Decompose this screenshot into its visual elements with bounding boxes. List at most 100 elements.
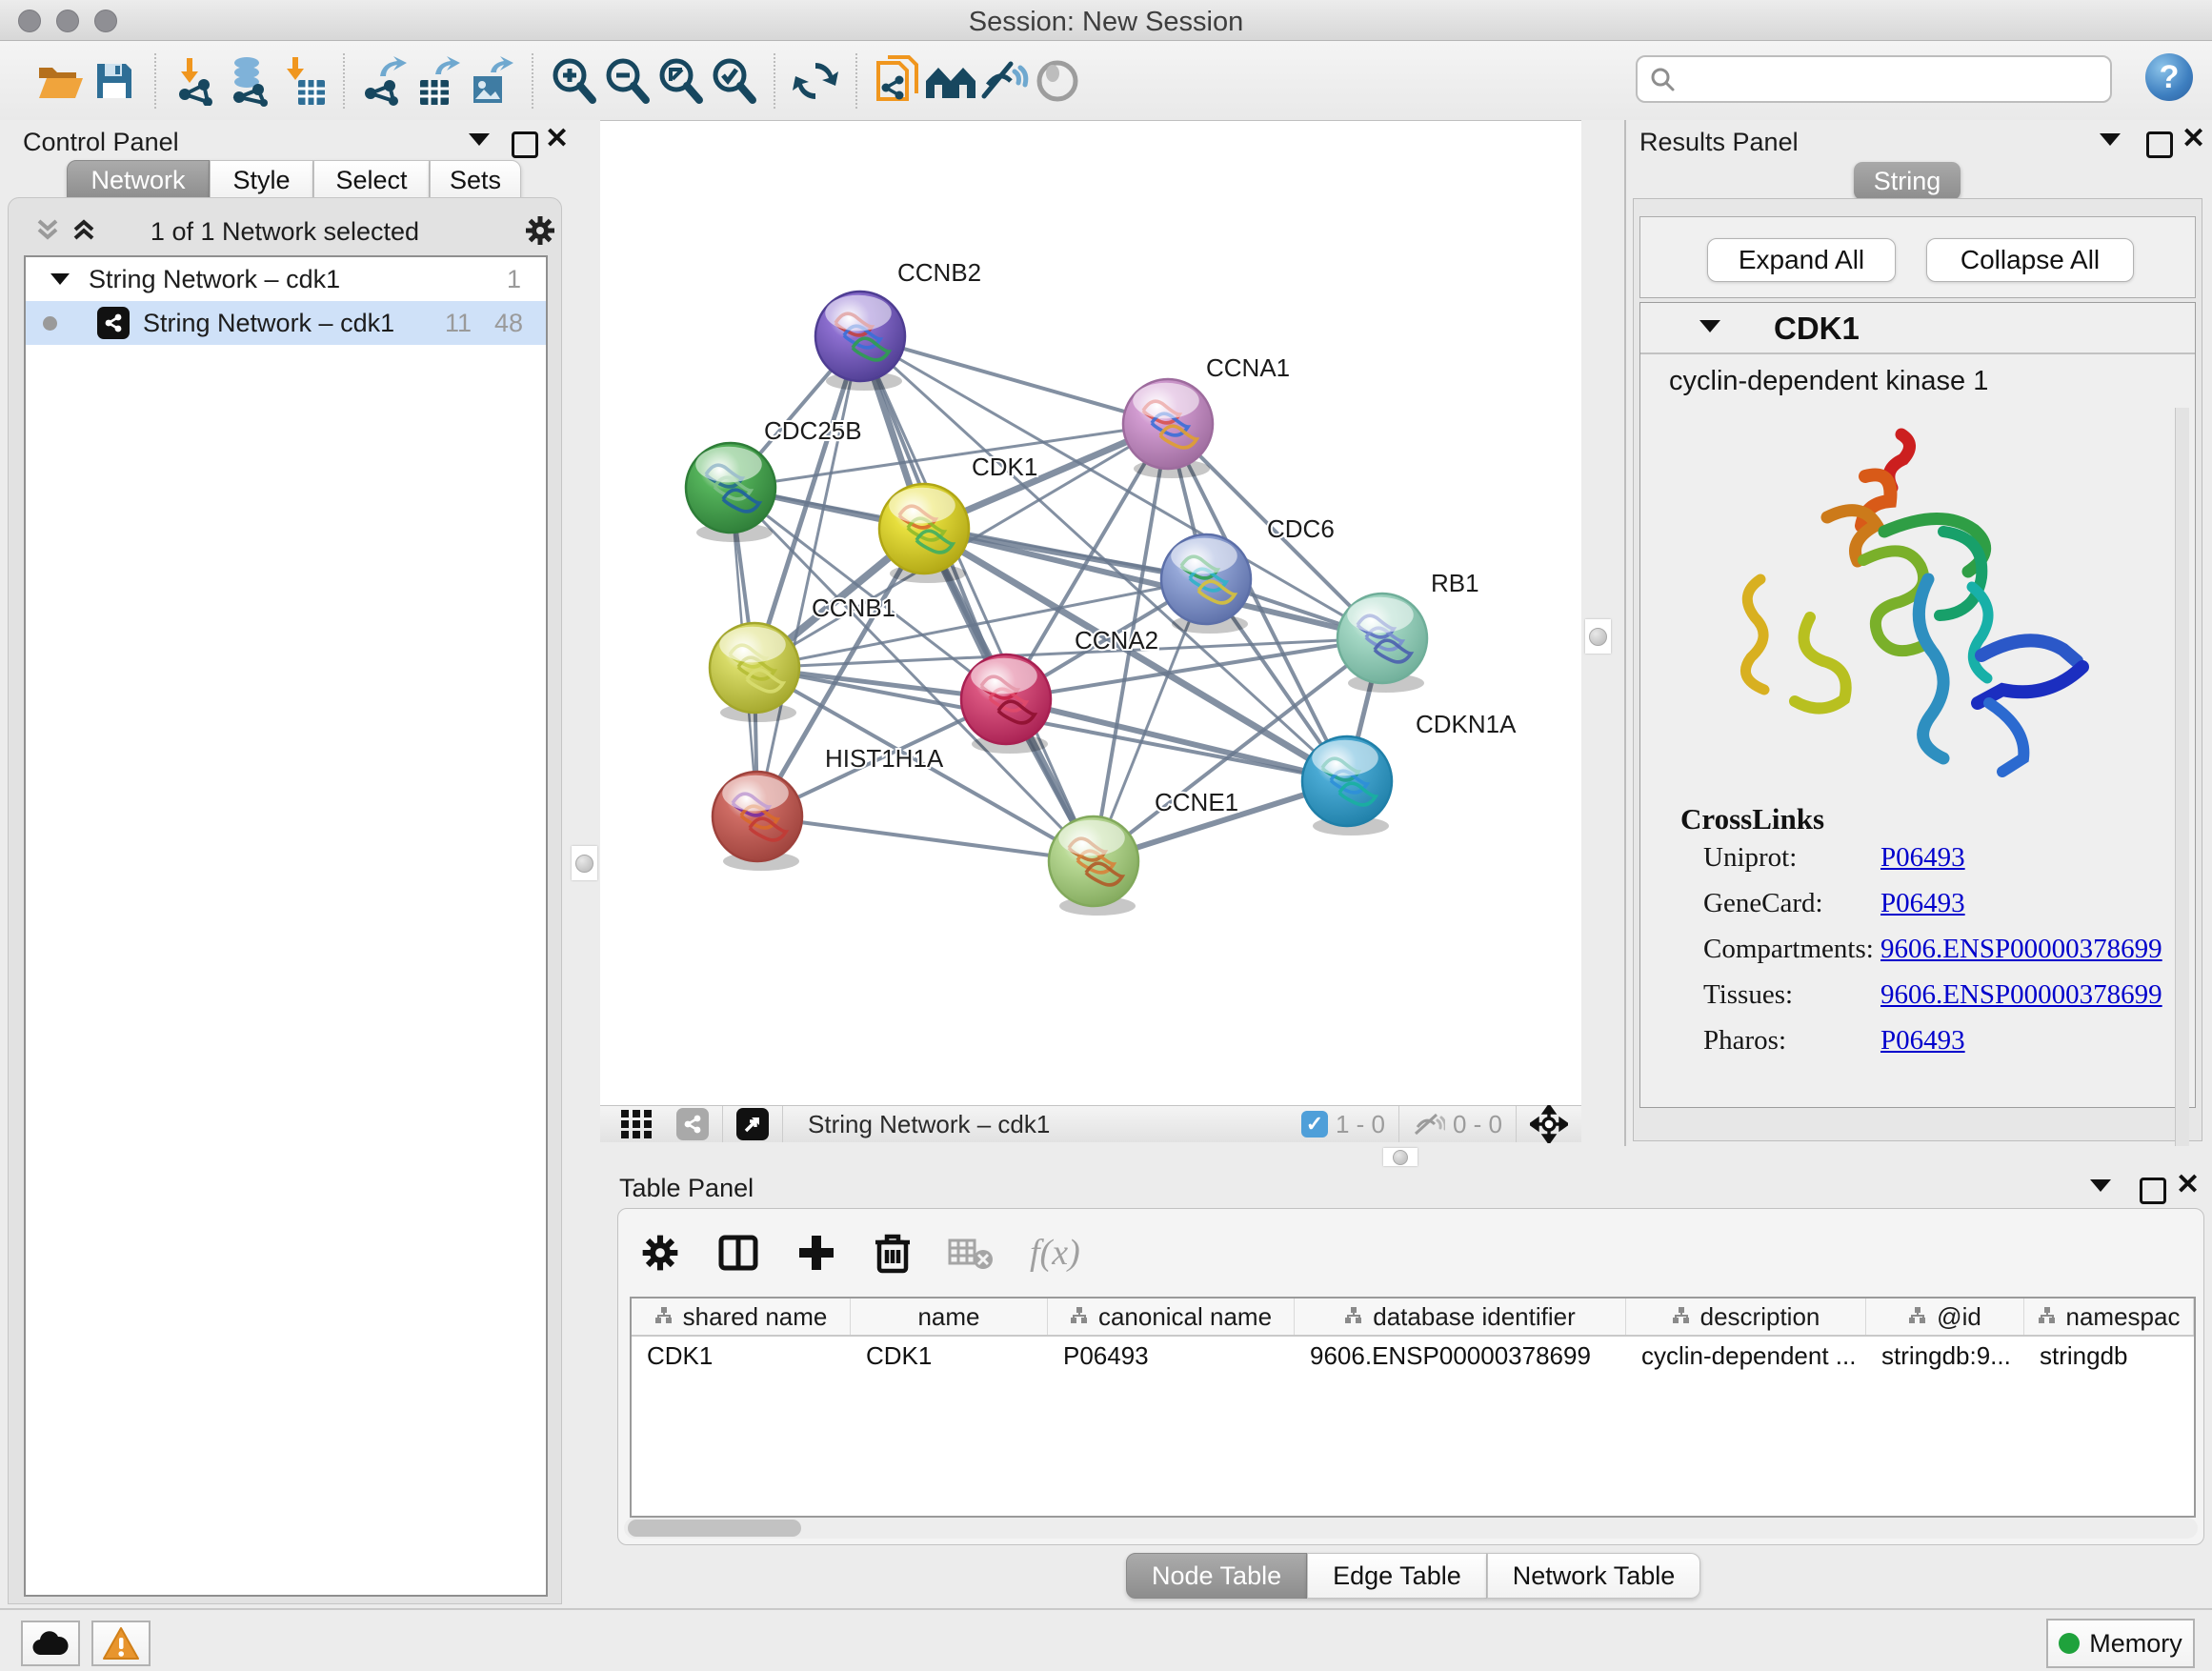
panel-close-icon[interactable]: ✕ bbox=[2182, 129, 2205, 150]
hide-style-icon[interactable] bbox=[977, 54, 1031, 108]
import-table-icon[interactable] bbox=[276, 54, 330, 108]
zoom-fit-icon[interactable] bbox=[654, 54, 707, 108]
network-canvas[interactable]: CCNB2CCNA1CDC25BCDK1CDC6RB1CCNB1CCNA2CDK… bbox=[600, 120, 1581, 1106]
export-image-icon[interactable] bbox=[465, 54, 518, 108]
column-header-@id[interactable]: @id bbox=[1866, 1299, 2024, 1335]
panel-close-icon[interactable]: ✕ bbox=[2176, 1175, 2200, 1196]
sphere-icon[interactable] bbox=[1031, 54, 1084, 108]
tab-sets[interactable]: Sets bbox=[430, 160, 521, 200]
expand-all-button[interactable]: Expand All bbox=[1707, 238, 1896, 282]
delete-column-icon[interactable] bbox=[874, 1231, 912, 1275]
column-header-name[interactable]: name bbox=[851, 1299, 1048, 1335]
protein-structure-image bbox=[1703, 417, 2113, 789]
crosslink-value-link[interactable]: P06493 bbox=[1880, 1025, 1965, 1057]
column-header-canonical-name[interactable]: canonical name bbox=[1048, 1299, 1295, 1335]
tab-network[interactable]: Network bbox=[67, 160, 210, 200]
crosslink-value-link[interactable]: 9606.ENSP00000378699 bbox=[1880, 979, 2162, 1011]
table-gear-icon[interactable] bbox=[639, 1232, 681, 1274]
tree-expand-icon[interactable] bbox=[50, 273, 70, 285]
horizontal-splitter-handle[interactable] bbox=[1383, 1148, 1418, 1166]
grid-view-icon[interactable] bbox=[621, 1110, 657, 1138]
houses-icon[interactable] bbox=[924, 54, 977, 108]
node-label-CDK1: CDK1 bbox=[972, 453, 1037, 481]
node-CCNB1[interactable] bbox=[710, 623, 799, 722]
cloud-button[interactable] bbox=[21, 1621, 80, 1666]
shared-column-icon bbox=[654, 1302, 674, 1332]
column-header-database-identifier[interactable]: database identifier bbox=[1295, 1299, 1626, 1335]
results-scrollbar[interactable] bbox=[2175, 408, 2189, 1208]
pan-crosshair-icon[interactable] bbox=[1530, 1105, 1568, 1143]
crosslink-value-link[interactable]: P06493 bbox=[1880, 888, 1965, 919]
export-table-icon[interactable] bbox=[412, 54, 465, 108]
zoom-out-icon[interactable] bbox=[600, 54, 654, 108]
tab-node-table[interactable]: Node Table bbox=[1126, 1553, 1307, 1599]
main-toolbar: ? bbox=[0, 41, 2212, 122]
node-CDKN1A[interactable] bbox=[1302, 736, 1392, 836]
selected-checkbox-icon[interactable]: ✓ bbox=[1301, 1111, 1328, 1137]
save-session-icon[interactable] bbox=[88, 54, 141, 108]
edge-CCNA2-CDKN1A[interactable] bbox=[1006, 699, 1347, 781]
column-header-shared-name[interactable]: shared name bbox=[632, 1299, 851, 1335]
import-network-database-icon[interactable] bbox=[223, 54, 276, 108]
network-view-icon[interactable] bbox=[676, 1108, 709, 1140]
zoom-in-icon[interactable] bbox=[547, 54, 600, 108]
import-network-file-icon[interactable] bbox=[170, 54, 223, 108]
open-session-icon[interactable] bbox=[34, 54, 88, 108]
right-splitter-handle[interactable] bbox=[1585, 619, 1611, 654]
node-CDC6[interactable] bbox=[1161, 534, 1251, 634]
tab-style[interactable]: Style bbox=[210, 160, 313, 200]
column-header-description[interactable]: description bbox=[1626, 1299, 1866, 1335]
table-hscrollbar[interactable] bbox=[624, 1518, 2198, 1539]
edge-count: 48 bbox=[494, 309, 523, 338]
help-button[interactable]: ? bbox=[2145, 53, 2193, 101]
horizontal-splitter[interactable] bbox=[600, 1146, 2212, 1168]
table-row[interactable]: CDK1CDK1P064939606.ENSP00000378699cyclin… bbox=[632, 1337, 2194, 1375]
panel-float-icon[interactable] bbox=[2140, 1178, 2166, 1204]
birdseye-view-icon[interactable] bbox=[736, 1108, 769, 1140]
crosslink-label: GeneCard: bbox=[1703, 888, 1823, 918]
right-splitter[interactable] bbox=[1581, 120, 1624, 1146]
tab-select[interactable]: Select bbox=[313, 160, 430, 200]
delete-table-icon bbox=[948, 1235, 994, 1271]
bottom-status-bar: Memory bbox=[0, 1608, 2212, 1671]
search-input[interactable] bbox=[1636, 55, 2112, 103]
tab-edge-table[interactable]: Edge Table bbox=[1307, 1553, 1487, 1599]
left-splitter-handle[interactable] bbox=[572, 846, 597, 880]
panel-menu-icon[interactable] bbox=[2100, 133, 2121, 146]
panel-menu-icon[interactable] bbox=[2090, 1179, 2111, 1192]
table-cell: cyclin-dependent ... bbox=[1626, 1337, 1866, 1375]
cloud-icon bbox=[31, 1630, 70, 1657]
tab-string[interactable]: String bbox=[1854, 162, 1961, 200]
memory-button[interactable]: Memory bbox=[2046, 1619, 2195, 1668]
zoom-selected-icon[interactable] bbox=[707, 54, 760, 108]
network-collection-row[interactable]: String Network – cdk1 1 bbox=[26, 257, 546, 301]
gear-icon[interactable] bbox=[523, 213, 557, 248]
network-row[interactable]: String Network – cdk1 11 48 bbox=[26, 301, 546, 345]
node-CDK1[interactable] bbox=[879, 484, 969, 583]
collapse-all-button[interactable]: Collapse All bbox=[1926, 238, 2134, 282]
export-network-icon[interactable] bbox=[358, 54, 412, 108]
node-HIST1H1A[interactable] bbox=[713, 772, 802, 871]
node-CDC25B[interactable] bbox=[686, 443, 775, 542]
tab-network-table[interactable]: Network Table bbox=[1487, 1553, 1701, 1599]
add-column-icon[interactable] bbox=[795, 1232, 837, 1274]
panel-float-icon[interactable] bbox=[512, 131, 538, 158]
table-hscrollbar-thumb[interactable] bbox=[628, 1520, 801, 1537]
node-CCNE1[interactable] bbox=[1049, 816, 1138, 916]
panel-menu-icon[interactable] bbox=[469, 133, 490, 146]
crosslink-value-link[interactable]: 9606.ENSP00000378699 bbox=[1880, 934, 2162, 965]
edge-HIST1H1A-CCNE1[interactable] bbox=[757, 816, 1094, 861]
panel-float-icon[interactable] bbox=[2146, 131, 2173, 158]
share-document-icon[interactable] bbox=[871, 54, 924, 108]
warning-button[interactable] bbox=[91, 1621, 151, 1666]
refresh-layout-icon[interactable] bbox=[789, 54, 842, 108]
node-CCNA1[interactable] bbox=[1123, 379, 1213, 478]
left-splitter[interactable] bbox=[569, 120, 600, 1608]
node-RB1[interactable] bbox=[1337, 594, 1427, 693]
column-header-namespac[interactable]: namespac bbox=[2024, 1299, 2194, 1335]
section-collapse-icon[interactable] bbox=[1699, 320, 1720, 332]
protein-section-header[interactable]: CDK1 bbox=[1640, 303, 2195, 354]
crosslink-value-link[interactable]: P06493 bbox=[1880, 842, 1965, 874]
show-columns-icon[interactable] bbox=[717, 1232, 759, 1274]
panel-close-icon[interactable]: ✕ bbox=[545, 129, 569, 150]
